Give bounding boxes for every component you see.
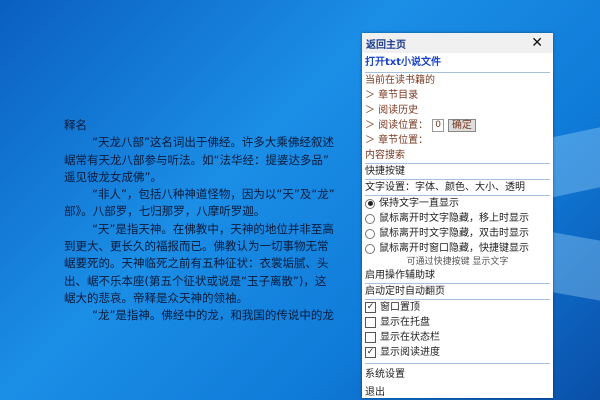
reader-text-overlay: 释名 “天龙八部”这名词出于佛经。许多大乘佛经叙述 崌常有天龙八部参与听法。如“…: [64, 117, 362, 325]
checkbox-icon: [365, 332, 376, 343]
checkbox-label: 显示在状态栏: [380, 332, 440, 343]
text-line: 部》。八部罗，七归那罗，八摩听罗迦。: [64, 204, 266, 219]
radio-icon: [365, 243, 375, 254]
text-line: 崌大的悲哀。帝释是众天神的领袖。: [64, 290, 248, 305]
menu-header: 返回主页 ✕: [362, 33, 553, 53]
radio-hover-show[interactable]: 鼠标离开时文字隐藏，移上时显示: [362, 211, 553, 226]
checkbox-checked-icon: ✓: [365, 302, 376, 313]
reading-position-label: ＞ 阅读位置：: [365, 120, 429, 131]
current-book-label: 当前在读书籍的: [365, 75, 435, 86]
context-menu: 返回主页 ✕ 打开txt小说文件 当前在读书籍的 ＞ 章节目录 ＞ 阅读历史 ＞…: [362, 33, 553, 398]
close-icon[interactable]: ✕: [531, 35, 549, 51]
text-line: “天龙八部”这名词出于佛经。许多大乘佛经叙述: [92, 135, 334, 150]
auto-page-item[interactable]: 启动定时自动翻页: [362, 284, 553, 299]
radio-note: 可通过快捷按键 显示文字: [406, 257, 509, 267]
content-search-item[interactable]: 内容搜索: [362, 148, 553, 163]
divider: [365, 363, 550, 364]
checkbox-label: 显示在托盘: [380, 317, 430, 328]
chapter-position-item[interactable]: ＞ 章节位置：: [362, 133, 553, 148]
open-file-item[interactable]: 打开txt小说文件: [362, 53, 553, 72]
chapter-list-item[interactable]: ＞ 章节目录: [362, 88, 553, 103]
text-line: 出、崌不乐本座(第五个征状或说是“玉子离散”)，这: [64, 273, 327, 288]
text-settings-item[interactable]: 文字设置：字体、颜色、大小、透明: [362, 180, 553, 195]
checkbox-checked-icon: ✓: [365, 347, 376, 358]
text-line: “龙”是指神。佛经中的龙，和我国的传说中的龙: [92, 308, 334, 323]
radio-hotkey-show[interactable]: 鼠标离开时窗口隐藏，快捷键显示: [362, 241, 553, 256]
radio-dblclick-show[interactable]: 鼠标离开时文字隐藏，双击时显示: [362, 226, 553, 241]
text-line: 到更大、更长久的福报而已。佛教认为一切事物无常: [64, 239, 329, 254]
text-line: 崌要死的。天神临死之前有五种征状：衣裳垢腻、头: [64, 256, 329, 271]
reading-position-item: ＞ 阅读位置： 0 确定: [362, 118, 553, 133]
position-input[interactable]: 0: [432, 119, 444, 132]
back-home-button[interactable]: 返回主页: [366, 36, 406, 51]
system-settings-item[interactable]: 系统设置: [362, 367, 553, 382]
check-always-on-top[interactable]: ✓ 窗口置顶: [362, 300, 553, 315]
radio-icon: [365, 228, 375, 239]
text-line: “非人”，包括八种神道怪物，因为以“天”及“龙”: [92, 187, 335, 202]
confirm-button[interactable]: 确定: [447, 119, 476, 132]
radio-label: 鼠标离开时文字隐藏，移上时显示: [379, 213, 529, 224]
check-progress[interactable]: ✓ 显示阅读进度: [362, 345, 553, 360]
exit-item[interactable]: 退出: [362, 385, 553, 400]
hotkeys-item[interactable]: 快捷按键: [362, 164, 553, 179]
radio-label: 保持文字一直显示: [379, 198, 459, 209]
text-line: 释名: [64, 118, 87, 132]
radio-icon: [365, 198, 375, 209]
checkbox-label: 显示阅读进度: [380, 347, 440, 358]
radio-always-show[interactable]: 保持文字一直显示: [362, 196, 553, 211]
radio-label: 鼠标离开时窗口隐藏，快捷键显示: [379, 243, 529, 254]
reading-history-item[interactable]: ＞ 阅读历史: [362, 103, 553, 118]
check-statusbar[interactable]: 显示在状态栏: [362, 330, 553, 345]
check-tray[interactable]: 显示在托盘: [362, 315, 553, 330]
radio-label: 鼠标离开时文字隐藏，双击时显示: [379, 228, 529, 239]
checkbox-icon: [365, 317, 376, 328]
text-line: 遥见彼龙女成佛”。: [64, 169, 162, 184]
checkbox-label: 窗口置顶: [380, 302, 420, 313]
text-line: 崌常有天龙八部参与听法。如“法华经：提婆达多品”: [64, 152, 329, 167]
radio-icon: [365, 213, 375, 224]
text-line: “天”是指天神。在佛教中，天神的地位并非至高: [92, 221, 334, 236]
assist-ball-item[interactable]: 启用操作辅助球: [362, 268, 553, 283]
